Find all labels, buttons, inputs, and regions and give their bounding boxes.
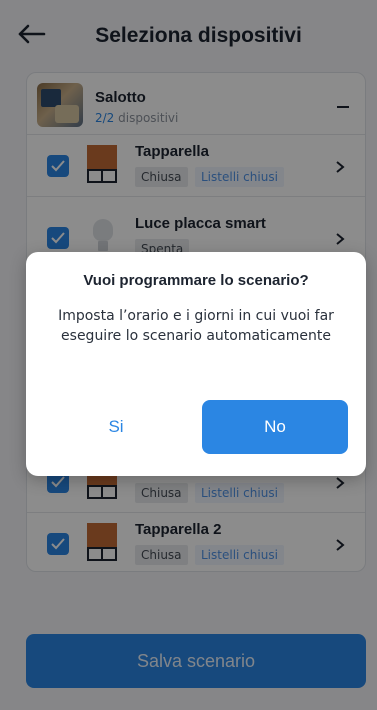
yes-button[interactable]: Si — [46, 400, 186, 454]
schedule-dialog: Vuoi programmare lo scenario? Imposta l’… — [26, 252, 366, 476]
no-button[interactable]: No — [202, 400, 348, 454]
dialog-title: Vuoi programmare lo scenario? — [83, 272, 309, 289]
dialog-message: Imposta l’orario e i giorni in cui vuoi … — [58, 308, 334, 344]
